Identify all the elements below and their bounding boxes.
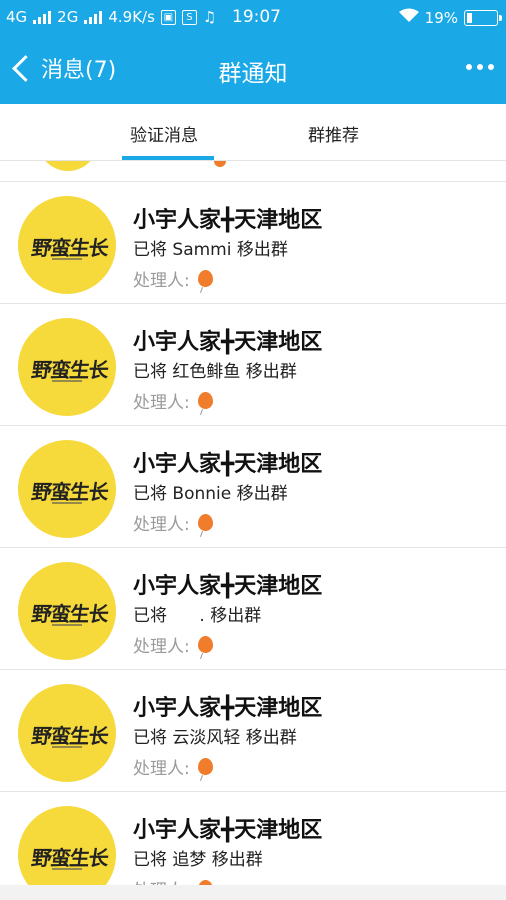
- list-item[interactable]: 野蛮生长 小宇人家╋天津地区已将 云淡风轻 移出群 处理人:: [0, 670, 506, 792]
- notification-action: 已将 红色鲱鱼 移出群: [133, 362, 297, 382]
- wifi-icon: [398, 8, 419, 27]
- group-name: 小宇人家╋天津地区: [133, 574, 323, 599]
- tab-bar: 验证消息 群推荐: [0, 104, 506, 161]
- battery-percent: 19%: [424, 8, 458, 27]
- avatar-logo-underline: [52, 746, 82, 748]
- list-item-partial[interactable]: [0, 161, 506, 182]
- notification-action: 已将 云淡风轻 移出群: [133, 728, 297, 748]
- group-avatar[interactable]: 野蛮生长: [18, 806, 116, 885]
- notification-action: 已将 Sammi 移出群: [133, 240, 288, 260]
- balloon-avatar-icon[interactable]: [197, 270, 213, 287]
- bottom-edge: [0, 885, 506, 900]
- avatar-logo: 野蛮生长: [30, 602, 110, 626]
- battery-icon: [464, 9, 502, 26]
- handler-label: 处理人:: [133, 271, 190, 291]
- avatar: [38, 161, 98, 171]
- back-label: 消息(7): [41, 58, 117, 83]
- handler-row: 处理人:: [133, 632, 213, 657]
- title-bar: 消息(7) 群通知: [0, 34, 506, 104]
- handler-label: 处理人:: [133, 876, 190, 885]
- handler-row: 处理人:: [133, 388, 213, 413]
- avatar-logo-underline: [52, 258, 82, 260]
- status-right: 19%: [398, 8, 502, 27]
- list-item[interactable]: 野蛮生长 小宇人家╋天津地区已将 Sammi 移出群 处理人:: [0, 182, 506, 304]
- active-tab-indicator: [122, 156, 214, 160]
- handler-row: 处理人:: [133, 510, 213, 535]
- handler-row: 处理人:: [133, 876, 213, 885]
- group-avatar[interactable]: 野蛮生长: [18, 684, 116, 782]
- balloon-avatar-icon[interactable]: [197, 514, 213, 531]
- avatar-logo: 野蛮生长: [30, 358, 110, 382]
- group-name: 小宇人家╋天津地区: [133, 696, 323, 721]
- group-avatar[interactable]: 野蛮生长: [18, 318, 116, 416]
- notification-action: 已将 . 移出群: [133, 606, 262, 626]
- list-item[interactable]: 野蛮生长 小宇人家╋天津地区已将 红色鲱鱼 移出群 处理人:: [0, 304, 506, 426]
- notification-icon: ▣: [160, 9, 176, 25]
- list-item[interactable]: 野蛮生长 小宇人家╋天津地区已将 . 移出群 处理人:: [0, 548, 506, 670]
- notification-list[interactable]: 野蛮生长 小宇人家╋天津地区 已将 Sammi 移出群 处理人: 野蛮生长 小宇人家╋天津…: [0, 161, 506, 885]
- tab-group-recommend[interactable]: 群推荐: [308, 121, 359, 146]
- avatar-logo-underline: [52, 624, 82, 626]
- handler-label: 处理人:: [133, 759, 190, 779]
- balloon-avatar-icon[interactable]: [197, 392, 213, 409]
- avatar-logo: 野蛮生长: [30, 724, 110, 748]
- chevron-left-icon: [12, 54, 39, 82]
- network-speed: 4.9K/s: [108, 8, 155, 26]
- music-icon: ♫: [202, 8, 217, 26]
- handler-row: 处理人:: [133, 754, 213, 779]
- group-avatar[interactable]: 野蛮生长: [18, 562, 116, 660]
- balloon-icon: [214, 161, 226, 167]
- list-item[interactable]: 野蛮生长小宇人家╋天津地区已将 追梦 移出群处理人:: [0, 792, 506, 885]
- tab-verification[interactable]: 验证消息: [130, 121, 198, 146]
- balloon-avatar-icon[interactable]: [197, 636, 213, 653]
- balloon-avatar-icon[interactable]: [197, 758, 213, 775]
- avatar-logo-underline: [52, 380, 82, 382]
- handler-row: 处理人:: [133, 266, 213, 291]
- status-bar: 4G 2G 4.9K/s ▣ S ♫ 19:07 19%: [0, 0, 506, 34]
- avatar-logo: 野蛮生长: [30, 236, 110, 260]
- battery-fill: [467, 12, 472, 23]
- s-app-icon: S: [181, 9, 197, 25]
- group-name: 小宇人家╋天津地区: [133, 330, 323, 355]
- notification-action: 已将 Bonnie 移出群: [133, 484, 288, 504]
- clock: 19:07: [232, 7, 281, 27]
- back-button[interactable]: 消息(7): [10, 52, 116, 84]
- network-type-1: 4G: [6, 8, 28, 26]
- more-options-icon[interactable]: [466, 64, 494, 70]
- avatar-logo-underline: [52, 502, 82, 504]
- signal-icon: [33, 10, 52, 24]
- avatar-logo-underline: [52, 868, 82, 870]
- group-name: 小宇人家╋天津地区: [133, 818, 323, 843]
- handler-label: 处理人:: [133, 515, 190, 535]
- avatar-logo: 野蛮生长: [30, 480, 110, 504]
- handler-label: 处理人:: [133, 637, 190, 657]
- group-avatar[interactable]: 野蛮生长: [18, 440, 116, 538]
- handler-label: 处理人:: [133, 393, 190, 413]
- list-item[interactable]: 野蛮生长 小宇人家╋天津地区已将 Bonnie 移出群 处理人:: [0, 426, 506, 548]
- notification-action: 已将 追梦 移出群: [133, 850, 263, 870]
- signal-icon-2: [84, 10, 103, 24]
- group-name: 小宇人家╋天津地区: [133, 452, 323, 477]
- avatar-logo: 野蛮生长: [30, 846, 110, 870]
- group-avatar[interactable]: 野蛮生长: [18, 196, 116, 294]
- group-name: 小宇人家╋天津地区: [133, 208, 323, 233]
- status-left: 4G 2G 4.9K/s ▣ S ♫: [6, 8, 216, 26]
- network-type-2: 2G: [57, 8, 79, 26]
